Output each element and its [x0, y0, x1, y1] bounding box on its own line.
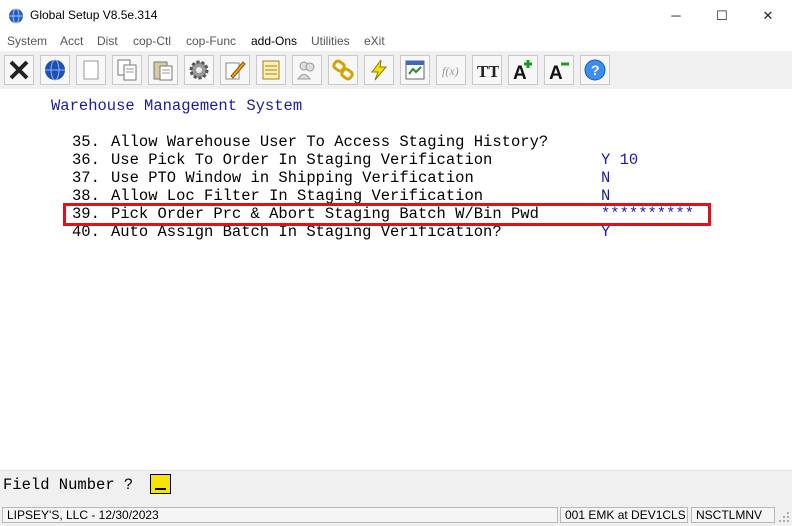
notepad-icon[interactable]: [256, 55, 286, 85]
command-bar: Field Number ?: [0, 470, 792, 503]
minimize-button[interactable]: ─: [653, 0, 699, 31]
menu-system[interactable]: System: [7, 34, 47, 48]
decrease-font-glyph: A: [549, 63, 563, 82]
title-bar: Global Setup V8.5e.314 ─ ☐ ✕: [0, 0, 792, 31]
option-number: 37.: [72, 169, 100, 187]
increase-font-glyph: A: [513, 63, 527, 82]
option-number: 36.: [72, 151, 100, 169]
option-value: N: [601, 169, 611, 187]
menu-acct[interactable]: Acct: [60, 34, 83, 48]
screen-heading: Warehouse Management System: [51, 97, 303, 115]
globe-icon: [9, 8, 23, 24]
menu-cop-ctl[interactable]: cop-Ctl: [133, 34, 171, 48]
window-title: Global Setup V8.5e.314: [30, 8, 158, 22]
option-label: Use Pick To Order In Staging Verificatio…: [111, 151, 493, 169]
decrease-font-icon[interactable]: A: [544, 55, 574, 85]
status-company: LIPSEY'S, LLC - 12/30/2023: [2, 507, 558, 523]
help-glyph: ?: [591, 62, 600, 78]
status-bar: LIPSEY'S, LLC - 12/30/2023 001 EMK at DE…: [0, 503, 792, 526]
toolbar: f(x) TT A A ?: [0, 51, 792, 90]
gear-icon[interactable]: [184, 55, 214, 85]
maximize-button[interactable]: ☐: [699, 0, 745, 31]
report-icon[interactable]: [400, 55, 430, 85]
edit-pencil-icon[interactable]: [220, 55, 250, 85]
resize-grip-icon[interactable]: [778, 511, 790, 523]
function-glyph: f(x): [442, 64, 459, 78]
increase-font-icon[interactable]: A: [508, 55, 538, 85]
lightning-icon[interactable]: [364, 55, 394, 85]
text-size-glyph: TT: [477, 62, 499, 81]
users-icon[interactable]: [292, 55, 322, 85]
menu-utilities[interactable]: Utilities: [311, 34, 350, 48]
field-number-input[interactable]: [150, 474, 171, 494]
highlight-box: [63, 203, 711, 226]
terminal-screen: Warehouse Management System 35. Allow Wa…: [0, 89, 792, 470]
close-x-icon[interactable]: [4, 55, 34, 85]
menu-dist[interactable]: Dist: [97, 34, 118, 48]
blank-page-icon[interactable]: [76, 55, 106, 85]
function-icon[interactable]: f(x): [436, 55, 466, 85]
text-cursor: [155, 488, 166, 490]
menu-bar: System Acct Dist cop-Ctl cop-Func add-On…: [0, 31, 792, 51]
copy-icon[interactable]: [112, 55, 142, 85]
option-number: 35.: [72, 133, 100, 151]
status-session: 001 EMK at DEV1CLS: [560, 507, 688, 523]
help-icon[interactable]: ?: [580, 55, 610, 85]
text-size-icon[interactable]: TT: [472, 55, 502, 85]
paste-icon[interactable]: [148, 55, 178, 85]
option-value: Y 10: [601, 151, 639, 169]
menu-cop-func[interactable]: cop-Func: [186, 34, 236, 48]
option-label: Allow Warehouse User To Access Staging H…: [111, 133, 549, 151]
menu-exit[interactable]: eXit: [364, 34, 385, 48]
option-label: Use PTO Window in Shipping Verification: [111, 169, 474, 187]
status-program: NSCTLMNV: [691, 507, 775, 523]
chain-link-icon[interactable]: [328, 55, 358, 85]
menu-add-ons[interactable]: add-Ons: [251, 34, 297, 48]
globe-icon[interactable]: [40, 55, 70, 85]
close-button[interactable]: ✕: [745, 0, 791, 31]
field-number-label: Field Number ?: [3, 476, 134, 494]
